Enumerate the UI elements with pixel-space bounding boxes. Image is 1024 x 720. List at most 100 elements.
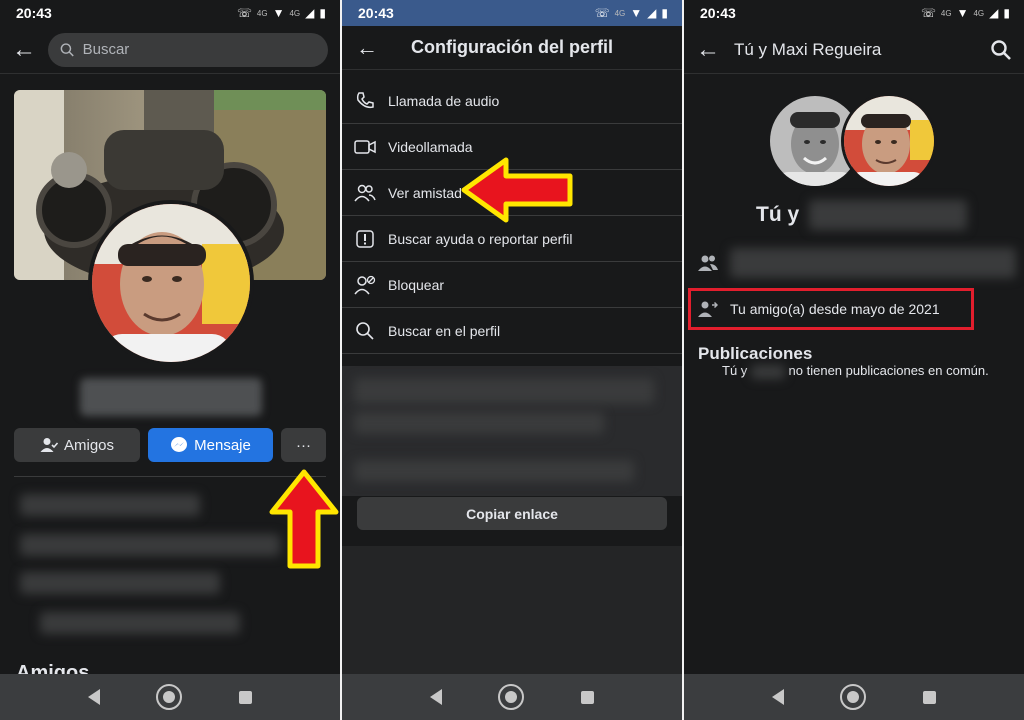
blurred-info [20, 572, 220, 594]
status-bar: 20:43 ☏ 4G ▼ ◢ ▮ [342, 0, 682, 26]
user-avatar[interactable] [841, 93, 937, 189]
blurred-profile-name [80, 378, 262, 416]
sheet-bottom [342, 546, 682, 676]
back-arrow-icon[interactable]: ← [356, 36, 378, 59]
menu-item-label: Buscar ayuda o reportar perfil [388, 230, 573, 247]
publications-text: Tú y no tienen publicaciones en común. [722, 363, 989, 379]
blurred-link [354, 460, 634, 482]
network-label-2: 4G [289, 8, 301, 18]
profile-settings-panel: 20:43 ☏ 4G ▼ ◢ ▮ Configuración del perfi… [342, 0, 682, 720]
nav-home-icon[interactable] [840, 684, 867, 710]
blurred-info [40, 612, 240, 634]
status-bar: 20:43 ☏ 4G ▼ 4G ◢ ▮ [0, 0, 340, 26]
annotation-highlight-box [688, 288, 974, 330]
menu-item-block[interactable]: Bloquear [342, 262, 682, 308]
nav-recent-icon[interactable] [922, 690, 936, 704]
wifi-icon: ▼ [272, 6, 285, 20]
friends-button-label: Amigos [63, 436, 115, 454]
menu-item-audio-call[interactable]: Llamada de audio [342, 78, 682, 124]
blurred-name [809, 200, 968, 230]
signal-icon: ◢ [989, 6, 999, 20]
search-icon [60, 42, 74, 56]
android-nav-bar [684, 674, 1024, 720]
profile-panel: 20:43 ☏ 4G ▼ 4G ◢ ▮ ← Buscar Amigos Mens… [0, 0, 340, 720]
friends-button[interactable]: Amigos [14, 428, 140, 462]
profile-avatar[interactable] [88, 200, 254, 366]
network-label: 4G [940, 8, 952, 18]
nav-back-icon[interactable] [430, 689, 443, 705]
android-nav-bar [0, 674, 340, 720]
publications-suffix: no tienen publicaciones en común. [788, 363, 989, 378]
status-time: 20:43 [16, 5, 52, 21]
nav-recent-icon[interactable] [238, 690, 252, 704]
message-button[interactable]: Mensaje [148, 428, 273, 462]
block-user-icon [354, 274, 376, 296]
wifi-icon: ▼ [630, 6, 643, 20]
wifi-icon: ▼ [956, 6, 969, 20]
menu-item-label: Bloquear [388, 276, 445, 293]
battery-icon: ▮ [1003, 6, 1010, 20]
friendship-name-row: Tú y [756, 200, 968, 230]
back-arrow-icon[interactable]: ← [12, 37, 36, 62]
settings-header: Configuración del perfil ← [342, 26, 682, 70]
page-title: Tú y Maxi Regueira [734, 39, 882, 59]
menu-item-label: Ver amistad [388, 184, 462, 201]
friends-icon [354, 182, 376, 204]
phone-icon [354, 90, 376, 112]
page-title: Configuración del perfil [410, 37, 613, 57]
nav-back-icon[interactable] [88, 689, 101, 705]
menu-item-search-profile[interactable]: Buscar en el perfil [342, 308, 682, 354]
more-options-label: ··· [296, 436, 311, 454]
search-icon[interactable] [990, 39, 1012, 61]
nav-back-icon[interactable] [772, 689, 785, 705]
search-bar[interactable] [48, 32, 328, 67]
blurred-link [354, 412, 604, 434]
menu-item-label: Buscar en el perfil [388, 322, 501, 339]
annotation-arrow-up [269, 469, 339, 569]
video-icon [354, 136, 376, 158]
profile-actions: Amigos Mensaje ··· [14, 428, 326, 462]
back-arrow-icon[interactable]: ← [696, 37, 720, 62]
message-button-label: Mensaje [194, 436, 251, 454]
alarm-icon: ☏ [920, 6, 936, 20]
status-time: 20:43 [358, 5, 394, 21]
messenger-icon [171, 437, 188, 452]
nav-recent-icon[interactable] [580, 690, 594, 704]
network-label-2: 4G [973, 8, 985, 18]
friendship-name: Tú y [756, 203, 800, 226]
signal-icon: ◢ [647, 6, 657, 20]
publications-prefix: Tú y [722, 363, 748, 378]
network-label: 4G [256, 8, 268, 18]
alarm-icon: ☏ [236, 6, 252, 20]
battery-icon: ▮ [661, 6, 668, 20]
search-header: ← [0, 26, 340, 74]
nav-home-icon[interactable] [156, 684, 183, 710]
copy-link-button[interactable]: Copiar enlace [357, 497, 667, 530]
friend-check-icon [40, 438, 58, 452]
more-options-button[interactable]: ··· [281, 428, 326, 462]
blurred-mutual-friends [730, 248, 1016, 278]
friendship-header: ← Tú y Maxi Regueira [684, 26, 1024, 74]
search-icon [354, 320, 376, 342]
status-bar: 20:43 ☏ 4G ▼ 4G ◢ ▮ [684, 0, 1024, 26]
annotation-arrow-left [461, 157, 573, 223]
menu-item-label: Llamada de audio [388, 92, 500, 109]
friendship-panel: 20:43 ☏ 4G ▼ 4G ◢ ▮ ← Tú y Maxi Regueira [684, 0, 1024, 720]
blurred-name-small [750, 364, 785, 379]
nav-home-icon[interactable] [498, 684, 525, 710]
battery-icon: ▮ [319, 6, 326, 20]
android-nav-bar [342, 674, 682, 720]
blurred-link [354, 378, 654, 404]
blurred-info [20, 534, 280, 556]
friends-icon [698, 255, 718, 271]
search-input[interactable] [82, 41, 316, 58]
alarm-icon: ☏ [594, 6, 610, 20]
publications-heading: Publicaciones [698, 344, 813, 363]
signal-icon: ◢ [305, 6, 315, 20]
network-label: 4G [614, 8, 626, 18]
report-icon [354, 228, 376, 250]
mutual-friends-row [698, 248, 1016, 278]
blurred-info [20, 494, 200, 516]
status-time: 20:43 [700, 5, 736, 21]
menu-item-label: Videollamada [388, 138, 473, 155]
